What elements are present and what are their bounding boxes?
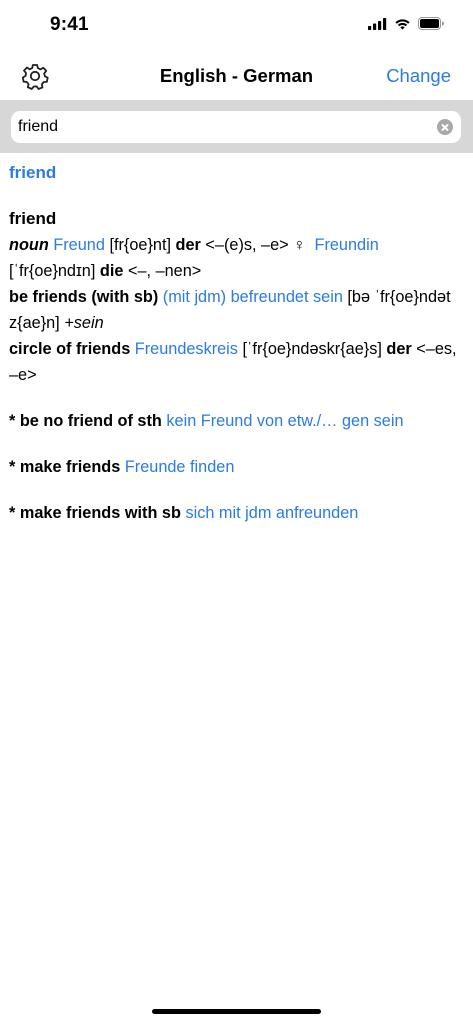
translation-link[interactable]: sich mit jdm anfreunden (185, 504, 358, 522)
search-field (11, 111, 461, 143)
idiom-phrase: * be no friend of sth (9, 412, 162, 430)
idiom-item: * be no friend of sth kein Freund von et… (9, 408, 459, 434)
phrase-circle-of-friends: circle of friends Freundeskreis [ˈfr{oe}… (9, 336, 459, 388)
signal-icon (368, 17, 387, 30)
grammar-note: +sein (64, 314, 104, 332)
change-language-button[interactable]: Change (386, 65, 451, 87)
gender: die (99, 262, 124, 280)
dictionary-result: friend friend noun Freund [fr{oe}nt] der… (9, 160, 459, 526)
phonetic: [ˈfr{oe}ndəskr{ae}s] (242, 340, 382, 358)
idiom-phrase: * make friends with sb (9, 504, 181, 522)
status-icons (368, 17, 445, 30)
nav-bar: English - German Change (0, 52, 473, 100)
translation-link[interactable]: kein Freund von etw./… gen sein (166, 412, 403, 430)
translation-link[interactable]: Freundeskreis (135, 340, 238, 358)
sense-noun: noun Freund [fr{oe}nt] der <–(e)s, –e> ♀… (9, 232, 459, 284)
status-time: 9:41 (50, 14, 89, 35)
battery-icon (418, 17, 444, 30)
gender: der (175, 236, 201, 254)
idiom-item: * make friends with sb sich mit jdm anfr… (9, 500, 459, 526)
inflection: <–(e)s, –e> (205, 236, 289, 254)
phrase-be-friends: be friends (with sb) (mit jdm) befreunde… (9, 284, 459, 336)
phonetic: [fr{oe}nt] (109, 236, 171, 254)
translation-link[interactable]: Freund (53, 236, 105, 254)
phonetic: [ˈfr{oe}ndɪn] (9, 262, 96, 280)
inflection: <–, –nen> (127, 262, 202, 280)
translation-link[interactable]: (mit jdm) befreundet sein (163, 288, 343, 306)
part-of-speech: noun (9, 236, 49, 254)
status-bar: 9:41 (0, 0, 473, 52)
idiom-phrase: * make friends (9, 458, 121, 476)
translation-link[interactable]: Freunde finden (125, 458, 235, 476)
home-indicator[interactable] (152, 1009, 321, 1014)
phrase: circle of friends (9, 340, 131, 358)
search-bar (0, 100, 473, 153)
translation-link[interactable]: Freundin (315, 236, 379, 254)
search-input[interactable] (18, 111, 418, 143)
female-symbol-icon: ♀ (293, 236, 306, 254)
phrase: be friends (with sb) (9, 288, 159, 306)
clear-circle-icon[interactable] (437, 119, 453, 135)
gender: der (386, 340, 412, 358)
headword-link[interactable]: friend (9, 160, 459, 186)
entry-headword: friend (9, 209, 57, 228)
wifi-icon (395, 18, 410, 30)
idiom-item: * make friends Freunde finden (9, 454, 459, 480)
